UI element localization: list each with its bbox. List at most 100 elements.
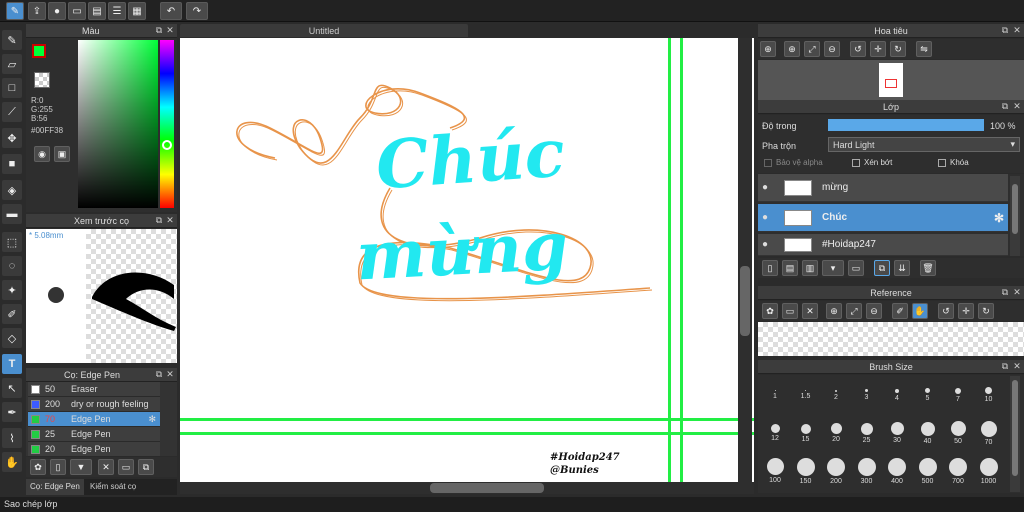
layer-item[interactable]: ● mừng <box>758 174 1008 202</box>
visibility-icon[interactable]: ● <box>762 182 778 193</box>
divide-tool-icon[interactable]: ✒ <box>2 402 22 422</box>
reference-view[interactable] <box>758 322 1024 356</box>
hue-slider[interactable] <box>160 40 174 208</box>
layer-settings-icon[interactable]: ✻ <box>994 211 1004 225</box>
rotate-right-icon[interactable]: ↻ <box>890 41 906 57</box>
rect-tool-icon[interactable]: □ <box>2 78 22 98</box>
grid-icon[interactable]: ▦ <box>128 2 146 20</box>
hscroll-thumb[interactable] <box>430 483 544 493</box>
text-tool-icon[interactable]: T <box>2 354 22 374</box>
fit-icon[interactable]: ⤢ <box>846 303 862 319</box>
hand-tool-icon[interactable]: ✋ <box>2 452 22 472</box>
page-icon[interactable]: ▤ <box>88 2 106 20</box>
clipping-checkbox[interactable] <box>852 159 860 167</box>
bucket-tool-icon[interactable]: ◈ <box>2 180 22 200</box>
vscroll-thumb[interactable] <box>740 266 750 336</box>
layer-scroll-thumb[interactable] <box>1012 184 1018 234</box>
rotate-left-icon[interactable]: ↺ <box>850 41 866 57</box>
eyedropper-icon[interactable]: ⌇ <box>2 428 22 448</box>
line-tool-icon[interactable]: ⟋ <box>2 102 22 122</box>
brush-size-option[interactable]: 30 <box>882 415 912 451</box>
close-icon[interactable]: ✕ <box>165 369 175 379</box>
merge-layer-icon[interactable]: ⇊ <box>894 260 910 276</box>
brush-size-option[interactable]: 20 <box>821 415 851 451</box>
brush-size-option[interactable]: 40 <box>913 415 943 451</box>
brush-item[interactable]: 200 dry or rough feeling <box>28 397 160 412</box>
copy-layer-icon[interactable]: ⧉ <box>874 260 890 276</box>
select-pen-icon[interactable]: ✐ <box>2 304 22 324</box>
eyedropper-icon[interactable]: ✐ <box>892 303 908 319</box>
fill-rect-tool-icon[interactable]: ■ <box>2 154 22 174</box>
list-icon[interactable]: ☰ <box>108 2 126 20</box>
zoom-in-icon[interactable]: ⊕ <box>826 303 842 319</box>
canvas-vscrollbar[interactable] <box>738 38 752 484</box>
protect-alpha-checkbox[interactable] <box>764 159 772 167</box>
brush-menu-icon[interactable]: ▼ <box>70 459 92 475</box>
rotate-left-icon[interactable]: ↺ <box>938 303 954 319</box>
primary-color-swatch[interactable] <box>32 44 46 58</box>
brush-copy-icon[interactable]: ▯ <box>50 459 66 475</box>
hand-icon[interactable]: ✋ <box>912 303 928 319</box>
brush-item[interactable]: 50 Eraser <box>28 382 160 397</box>
undo-button[interactable]: ↶ <box>160 2 182 20</box>
brush-folder-icon[interactable]: ▭ <box>118 459 134 475</box>
reference-add-icon[interactable]: ✿ <box>762 303 778 319</box>
brush-size-option[interactable]: 1000 <box>974 453 1004 489</box>
brush-size-option[interactable]: 700 <box>943 453 973 489</box>
select-eraser-icon[interactable]: ◇ <box>2 328 22 348</box>
brush-size-scrollbar[interactable] <box>1010 376 1020 492</box>
flip-icon[interactable]: ⇋ <box>916 41 932 57</box>
eraser-tool-icon[interactable]: ▱ <box>2 54 22 74</box>
brush-delete-icon[interactable]: ✕ <box>98 459 114 475</box>
brush-size-option[interactable]: 70 <box>974 415 1004 451</box>
layer-item[interactable]: ● #Hoidap247 <box>758 234 1008 256</box>
brush-settings-icon[interactable]: ✻ <box>148 414 156 425</box>
undock-icon[interactable]: ⧉ <box>154 25 164 35</box>
transparent-swatch[interactable] <box>34 72 50 88</box>
brush-size-option[interactable]: 15 <box>791 415 821 451</box>
canvas-viewport[interactable]: Chúc mừng #Hoidap247 @Bunies <box>180 38 754 482</box>
undock-icon[interactable]: ⧉ <box>1000 25 1010 35</box>
brush-size-option[interactable]: 2 <box>821 377 851 413</box>
saturation-value-picker[interactable] <box>78 40 158 208</box>
brush-group-icon[interactable]: ⧉ <box>138 459 154 475</box>
add-layer-menu-icon[interactable]: ▾ <box>822 260 844 276</box>
undock-icon[interactable]: ⧉ <box>1000 361 1010 371</box>
delete-layer-icon[interactable]: 🗑 <box>920 260 936 276</box>
brush-size-option[interactable]: 10 <box>974 377 1004 413</box>
close-icon[interactable]: ✕ <box>1012 287 1022 297</box>
magic-wand-icon[interactable]: ✦ <box>2 280 22 300</box>
close-icon[interactable]: ✕ <box>1012 101 1022 111</box>
select-rect-icon[interactable]: ⬚ <box>2 232 22 252</box>
brush-add-icon[interactable]: ✿ <box>30 459 46 475</box>
canvas-tab[interactable]: Untitled <box>180 24 468 37</box>
undock-icon[interactable]: ⧉ <box>1000 101 1010 111</box>
redo-button[interactable]: ↷ <box>186 2 208 20</box>
brush-size-option[interactable]: 4 <box>882 377 912 413</box>
brush-size-scroll-thumb[interactable] <box>1012 380 1018 476</box>
close-icon[interactable]: ✕ <box>1012 25 1022 35</box>
lock-checkbox[interactable] <box>938 159 946 167</box>
center-icon[interactable]: ✛ <box>870 41 886 57</box>
navigator-view[interactable] <box>758 60 1024 100</box>
brush-size-option[interactable]: 5 <box>913 377 943 413</box>
folder-icon[interactable]: ▭ <box>848 260 864 276</box>
rotate-right-icon[interactable]: ↻ <box>978 303 994 319</box>
tab-brush[interactable]: Cọ: Edge Pen <box>26 479 84 495</box>
new-layer-icon[interactable]: ▯ <box>762 260 778 276</box>
color-wheel-icon[interactable]: ◉ <box>34 146 50 162</box>
brush-size-option[interactable]: 100 <box>760 453 790 489</box>
brush-item[interactable]: 25 Edge Pen <box>28 427 160 442</box>
brush-size-option[interactable]: 3 <box>852 377 882 413</box>
move-tool-icon[interactable]: ✥ <box>2 128 22 148</box>
brush-item-selected[interactable]: 70 Edge Pen ✻ <box>28 412 160 427</box>
brush-size-option[interactable]: 1.5 <box>791 377 821 413</box>
blend-mode-select[interactable]: Hard Light ▾ <box>828 137 1020 152</box>
close-icon[interactable]: ✕ <box>1012 361 1022 371</box>
fit-icon[interactable]: ⤢ <box>804 41 820 57</box>
mode-icon[interactable]: ✎ <box>6 2 24 20</box>
opacity-slider[interactable] <box>828 119 984 131</box>
reference-close-icon[interactable]: ✕ <box>802 303 818 319</box>
lasso-icon[interactable]: ◌ <box>2 256 22 276</box>
undock-icon[interactable]: ⧉ <box>154 369 164 379</box>
